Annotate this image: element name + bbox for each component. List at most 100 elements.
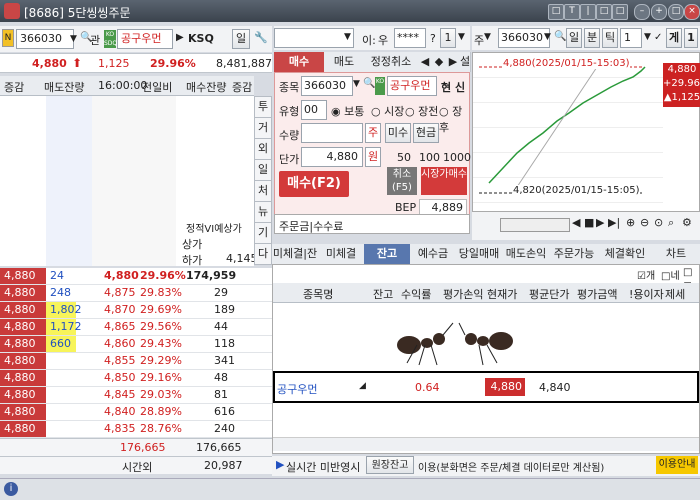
hyeon-label[interactable]: 현 bbox=[441, 79, 451, 95]
settings-icon[interactable]: □ bbox=[612, 4, 628, 20]
chart-next-icon[interactable]: ▶ bbox=[596, 216, 604, 229]
holding-row[interactable]: 공구우먼 ◢ 0.64 4,880 4,840 bbox=[273, 371, 699, 403]
chart-search-icon[interactable]: 🔍 bbox=[554, 31, 566, 42]
password-input[interactable]: **** bbox=[394, 28, 426, 48]
num-dropdown-icon[interactable]: ▼ bbox=[458, 32, 465, 42]
order-code-dropdown-icon[interactable]: ▼ bbox=[353, 79, 360, 89]
account-dropdown-icon[interactable]: ▼ bbox=[344, 32, 351, 42]
tab-modify[interactable]: 정정취소 bbox=[364, 52, 419, 72]
account-input[interactable] bbox=[274, 28, 354, 48]
table-row[interactable]: 4,880 4,850 29.16% 48 bbox=[0, 370, 272, 387]
radio-pre[interactable]: ○ 장전 bbox=[405, 103, 438, 119]
restore-icon[interactable]: + bbox=[651, 4, 667, 20]
holding-name-dropdown-icon[interactable]: ◢ bbox=[359, 381, 366, 391]
side-button-4[interactable]: 처 bbox=[254, 180, 272, 202]
tab-fill-check[interactable]: 체결확인 bbox=[598, 244, 653, 264]
holdings-hscroll[interactable] bbox=[273, 437, 699, 451]
step-50[interactable]: 50 bbox=[397, 151, 411, 164]
tab-unfilled-balance[interactable]: 미체결|잔 bbox=[272, 244, 319, 264]
radio-normal[interactable]: ◉ 보통 bbox=[331, 103, 364, 119]
zoom-in-icon[interactable]: ⊕ bbox=[626, 216, 635, 229]
maximize-icon[interactable]: □ bbox=[668, 4, 684, 20]
info-icon[interactable]: i bbox=[4, 482, 18, 496]
side-button-5[interactable]: 뉴 bbox=[254, 201, 272, 223]
price-input[interactable]: 4,880 bbox=[301, 147, 363, 167]
table-row[interactable]: 4,880 248 4,875 29.83% 29 bbox=[0, 285, 272, 302]
chart-end-icon[interactable]: ▶| bbox=[608, 216, 620, 229]
interval-dropdown-icon[interactable]: ▼ bbox=[644, 32, 651, 42]
check-icon[interactable]: ✓ bbox=[654, 32, 662, 43]
option-gae[interactable]: ☑개 bbox=[637, 267, 655, 282]
tab-left-icon[interactable]: ◀ bbox=[418, 52, 433, 72]
side-button-1[interactable]: 거 bbox=[254, 117, 272, 139]
pin-icon[interactable]: T bbox=[564, 4, 580, 20]
minimize-icon[interactable]: – bbox=[634, 4, 650, 20]
table-row[interactable]: 4,880 4,855 29.29% 341 bbox=[0, 353, 272, 370]
tab-available[interactable]: 주문가능 bbox=[550, 244, 599, 264]
table-row[interactable]: 4,880 1,172 4,865 29.56% 44 bbox=[0, 319, 272, 336]
order-stock-name[interactable]: 공구우먼 bbox=[387, 76, 437, 96]
pointer-icon[interactable]: ⌕ bbox=[668, 216, 674, 230]
interval-input[interactable]: 1 bbox=[620, 28, 642, 48]
tile-icon[interactable]: □ bbox=[548, 4, 564, 20]
chart-stop-icon[interactable]: ■ bbox=[584, 216, 594, 229]
step-100[interactable]: 100 bbox=[419, 151, 440, 164]
side-button-2[interactable]: 외 bbox=[254, 138, 272, 160]
tab-diamond-icon[interactable]: ◆ bbox=[432, 52, 447, 72]
guide-button[interactable]: 이용안내 bbox=[656, 456, 698, 474]
side-button-7[interactable]: 다 bbox=[254, 243, 272, 265]
table-row[interactable]: 4,880 4,845 29.03% 81 bbox=[0, 387, 272, 404]
table-row[interactable]: 4,880 660 4,860 29.43% 118 bbox=[0, 336, 272, 353]
tab-balance[interactable]: 잔고 bbox=[364, 244, 411, 264]
link-icon[interactable]: | bbox=[580, 4, 596, 20]
one-chart-button[interactable]: 1 bbox=[684, 28, 698, 48]
ju-dropdown-icon[interactable]: ▼ bbox=[484, 32, 491, 42]
buy-button[interactable]: 매수(F2) bbox=[279, 171, 349, 197]
wrench-icon[interactable]: 🔧 bbox=[254, 31, 268, 44]
stock-name-field[interactable]: 공구우먼 bbox=[117, 29, 173, 49]
tab-buy[interactable]: 매수 bbox=[274, 52, 325, 72]
chart-code-dropdown-icon[interactable]: ▼ bbox=[544, 32, 551, 42]
tab-deposit[interactable]: 예수금 bbox=[410, 244, 457, 264]
one-button[interactable]: 1 bbox=[440, 28, 456, 48]
cancel-button[interactable]: 취소(F5) bbox=[387, 167, 417, 195]
table-row[interactable]: 4,880 24 4,880 29.96% 174,959 bbox=[0, 268, 272, 285]
option-ne[interactable]: □네 bbox=[661, 267, 680, 282]
table-row[interactable]: 4,880 4,835 28.76% 240 bbox=[0, 421, 272, 438]
chart-scrollbar[interactable] bbox=[500, 218, 570, 232]
type-select[interactable]: 00 bbox=[301, 100, 327, 120]
sin-label[interactable]: 신 bbox=[455, 79, 465, 95]
ledger-balance-button[interactable]: 원장잔고 bbox=[366, 456, 414, 474]
radio-market[interactable]: ○ 시장 bbox=[371, 103, 404, 119]
stock-code-input[interactable]: 366030 bbox=[16, 29, 74, 49]
kwan-label[interactable]: 관 bbox=[90, 32, 100, 48]
play-icon[interactable]: ▶ bbox=[176, 32, 184, 43]
help-icon[interactable]: ? bbox=[430, 32, 436, 45]
group-icon[interactable]: □ bbox=[596, 4, 612, 20]
misu-button[interactable]: 미수 bbox=[385, 123, 411, 143]
table-row[interactable]: 4,880 1,802 4,870 29.69% 189 bbox=[0, 302, 272, 319]
order-code-input[interactable]: 366030 bbox=[301, 76, 353, 96]
close-icon[interactable]: × bbox=[684, 4, 700, 20]
tab-daily-trades[interactable]: 당일매매 bbox=[456, 244, 503, 264]
minute-chart-button[interactable]: 분 bbox=[584, 28, 600, 48]
side-button-0[interactable]: 투 bbox=[254, 96, 272, 118]
chart-settings-icon[interactable]: ⚙ bbox=[682, 216, 692, 229]
chart-prev-icon[interactable]: ◀ bbox=[572, 216, 580, 229]
side-button-6[interactable]: 기 bbox=[254, 222, 272, 244]
tab-sell[interactable]: 매도 bbox=[324, 52, 365, 72]
step-1000[interactable]: 1000 bbox=[443, 151, 471, 164]
zoom-fit-icon[interactable]: ⊙ bbox=[654, 216, 663, 229]
qty-input[interactable] bbox=[301, 123, 363, 143]
zoom-out-icon[interactable]: ⊖ bbox=[640, 216, 649, 229]
market-buy-button[interactable]: 시장가매수 bbox=[421, 167, 467, 195]
tab-sell-profit[interactable]: 매도손익 bbox=[502, 244, 551, 264]
cash-button[interactable]: 현금 bbox=[413, 123, 439, 143]
order-search-icon[interactable]: 🔍 bbox=[363, 78, 375, 89]
daily-chart-button[interactable]: 일 bbox=[566, 28, 582, 48]
ge-button[interactable]: 게 bbox=[666, 28, 682, 48]
radio-post[interactable]: ○ 장후 bbox=[439, 103, 469, 135]
tick-chart-button[interactable]: 틱 bbox=[602, 28, 618, 48]
won-unit-button[interactable]: 원 bbox=[365, 147, 381, 167]
chart-code-input[interactable]: 366030 bbox=[498, 28, 550, 48]
